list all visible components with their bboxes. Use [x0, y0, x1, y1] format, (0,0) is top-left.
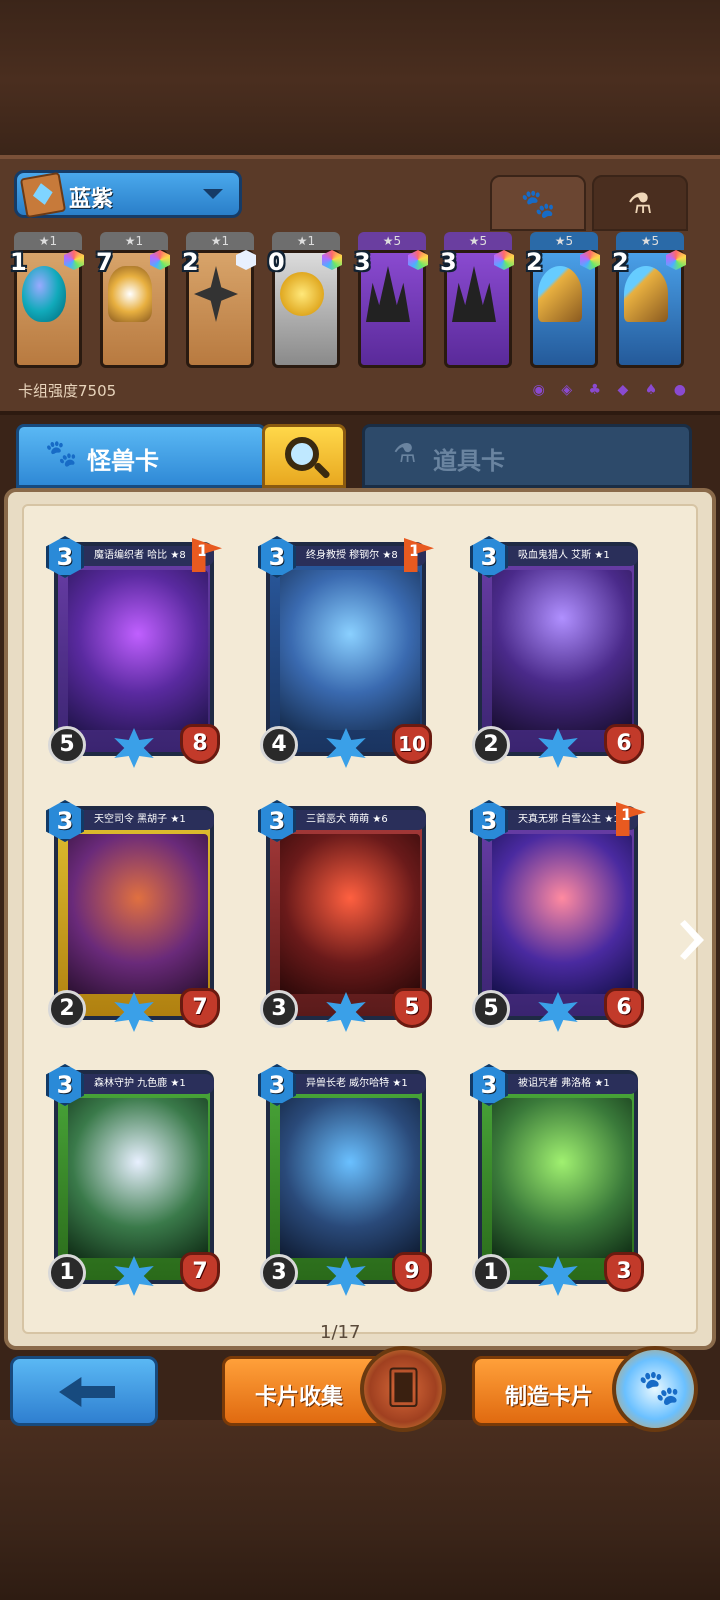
- paw-jar-icon: 🐾: [638, 1368, 681, 1408]
- deck-card-cost: 3: [354, 248, 371, 276]
- card-attack: 3: [260, 1254, 298, 1292]
- card-health: 6: [604, 988, 644, 1028]
- card-artwork: [68, 570, 208, 730]
- deck-card[interactable]: ★5 2: [526, 232, 602, 378]
- deck-book-icon: [19, 171, 67, 219]
- deck-card-cost: 0: [268, 248, 285, 276]
- card-attack: 2: [472, 726, 510, 764]
- deck-card-cost: 2: [612, 248, 629, 276]
- deck-card[interactable]: ★1 1: [10, 232, 86, 378]
- deck-card-cost: 2: [526, 248, 543, 276]
- card-title: 吸血鬼猎人 艾斯 ★1: [500, 546, 638, 566]
- card-title: 三首恶犬 萌萌 ★6: [288, 810, 426, 830]
- card-attack: 5: [48, 726, 86, 764]
- wood-header-background: [0, 0, 720, 160]
- deck-card-strip: ★1 1 ★1 7 ★1 2 ★1 0 ★5 3 ★5 3 ★5 2 ★5 2: [10, 232, 710, 382]
- card-collection-badge[interactable]: 🂠: [360, 1346, 446, 1432]
- tab-potion[interactable]: ⚗: [592, 175, 688, 231]
- card-health: 7: [180, 1252, 220, 1292]
- back-button[interactable]: [10, 1356, 158, 1426]
- deck-filter-icons[interactable]: ◉ ◈ ♣ ◆ ♠ ●: [533, 382, 692, 398]
- helmet-icon: [108, 266, 152, 322]
- monster-card[interactable]: 魔语编织者 哈比 ★8 3 1 5 8: [46, 536, 222, 768]
- card-collection-label: 卡片收集: [255, 1385, 344, 1410]
- monster-card[interactable]: 天真无邪 白雪公主 ★1 3 1 5 6: [470, 800, 646, 1032]
- search-button[interactable]: [262, 424, 346, 488]
- craft-card-badge[interactable]: 🐾: [612, 1346, 698, 1432]
- card-health: 6: [604, 724, 644, 764]
- deck-card-cost: 7: [96, 248, 113, 276]
- wood-footer-background: [0, 1420, 720, 1600]
- deck-card[interactable]: ★1 0: [268, 232, 344, 378]
- card-health: 3: [604, 1252, 644, 1292]
- card-attack: 3: [260, 990, 298, 1028]
- card-artwork: [68, 1098, 208, 1258]
- craft-card-label: 制造卡片: [505, 1385, 594, 1410]
- tab-monster-label: 怪兽卡: [87, 447, 159, 475]
- deck-card[interactable]: ★1 7: [96, 232, 172, 378]
- paw-icon: 🐾: [520, 186, 556, 220]
- tab-monster-cards[interactable]: 🐾 怪兽卡: [16, 424, 266, 488]
- card-artwork: [68, 834, 208, 994]
- paw-icon: 🐾: [45, 439, 78, 469]
- search-icon-handle: [313, 461, 331, 480]
- card-title: 异兽长老 威尔哈特 ★1: [288, 1074, 426, 1094]
- card-attack: 1: [48, 1254, 86, 1292]
- tab-paw[interactable]: 🐾: [490, 175, 586, 231]
- orb-staff-icon: [624, 266, 668, 322]
- card-health: 7: [180, 988, 220, 1028]
- card-artwork: [280, 834, 420, 994]
- monster-card[interactable]: 终身教授 穆钢尔 ★8 3 1 4 10: [258, 536, 434, 768]
- chevron-down-icon: [203, 189, 223, 199]
- card-artwork: [280, 570, 420, 730]
- card-artwork: [492, 1098, 632, 1258]
- page-counter: 1/17: [320, 1322, 361, 1343]
- card-health: 10: [392, 724, 432, 764]
- potion-icon: ⚗: [627, 186, 653, 220]
- tab-item-label: 道具卡: [433, 447, 505, 475]
- card-health: 9: [392, 1252, 432, 1292]
- deck-name: 蓝紫: [69, 187, 114, 212]
- deck-card-cost: 2: [182, 248, 199, 276]
- orb-staff-icon: [538, 266, 582, 322]
- card-attack: 5: [472, 990, 510, 1028]
- card-title: 森林守护 九色鹿 ★1: [76, 1074, 214, 1094]
- card-artwork: [492, 834, 632, 994]
- card-health: 8: [180, 724, 220, 764]
- flask-icon: ⚗: [393, 439, 417, 469]
- card-book-icon: 🂠: [386, 1368, 421, 1408]
- monster-card[interactable]: 异兽长老 威尔哈特 ★1 3 3 9: [258, 1064, 434, 1296]
- monster-card[interactable]: 森林守护 九色鹿 ★1 3 1 7: [46, 1064, 222, 1296]
- card-artwork: [492, 570, 632, 730]
- deck-power: 卡组强度7505: [18, 382, 117, 400]
- monster-card[interactable]: 天空司令 黑胡子 ★1 3 2 7: [46, 800, 222, 1032]
- card-artwork: [280, 1098, 420, 1258]
- deck-card[interactable]: ★5 2: [612, 232, 688, 378]
- card-title: 被诅咒者 弗洛格 ★1: [500, 1074, 638, 1094]
- tab-item-cards[interactable]: ⚗ 道具卡: [362, 424, 692, 488]
- monster-card[interactable]: 三首恶犬 萌萌 ★6 3 3 5: [258, 800, 434, 1032]
- deck-selector-dropdown[interactable]: 蓝紫: [14, 170, 242, 219]
- card-health: 5: [392, 988, 432, 1028]
- egg-icon: [22, 266, 66, 322]
- card-attack: 2: [48, 990, 86, 1028]
- back-arrow-icon: [59, 1377, 115, 1407]
- monster-card[interactable]: 吸血鬼猎人 艾斯 ★1 3 2 6: [470, 536, 646, 768]
- monster-card[interactable]: 被诅咒者 弗洛格 ★1 3 1 3: [470, 1064, 646, 1296]
- deck-card[interactable]: ★5 3: [440, 232, 516, 378]
- deck-card-cost: 3: [440, 248, 457, 276]
- card-title: 天空司令 黑胡子 ★1: [76, 810, 214, 830]
- deck-card-cost: 1: [10, 248, 27, 276]
- card-attack: 1: [472, 1254, 510, 1292]
- deck-card[interactable]: ★5 3: [354, 232, 430, 378]
- coin-icon: [280, 272, 324, 316]
- card-attack: 4: [260, 726, 298, 764]
- deck-card[interactable]: ★1 2: [182, 232, 258, 378]
